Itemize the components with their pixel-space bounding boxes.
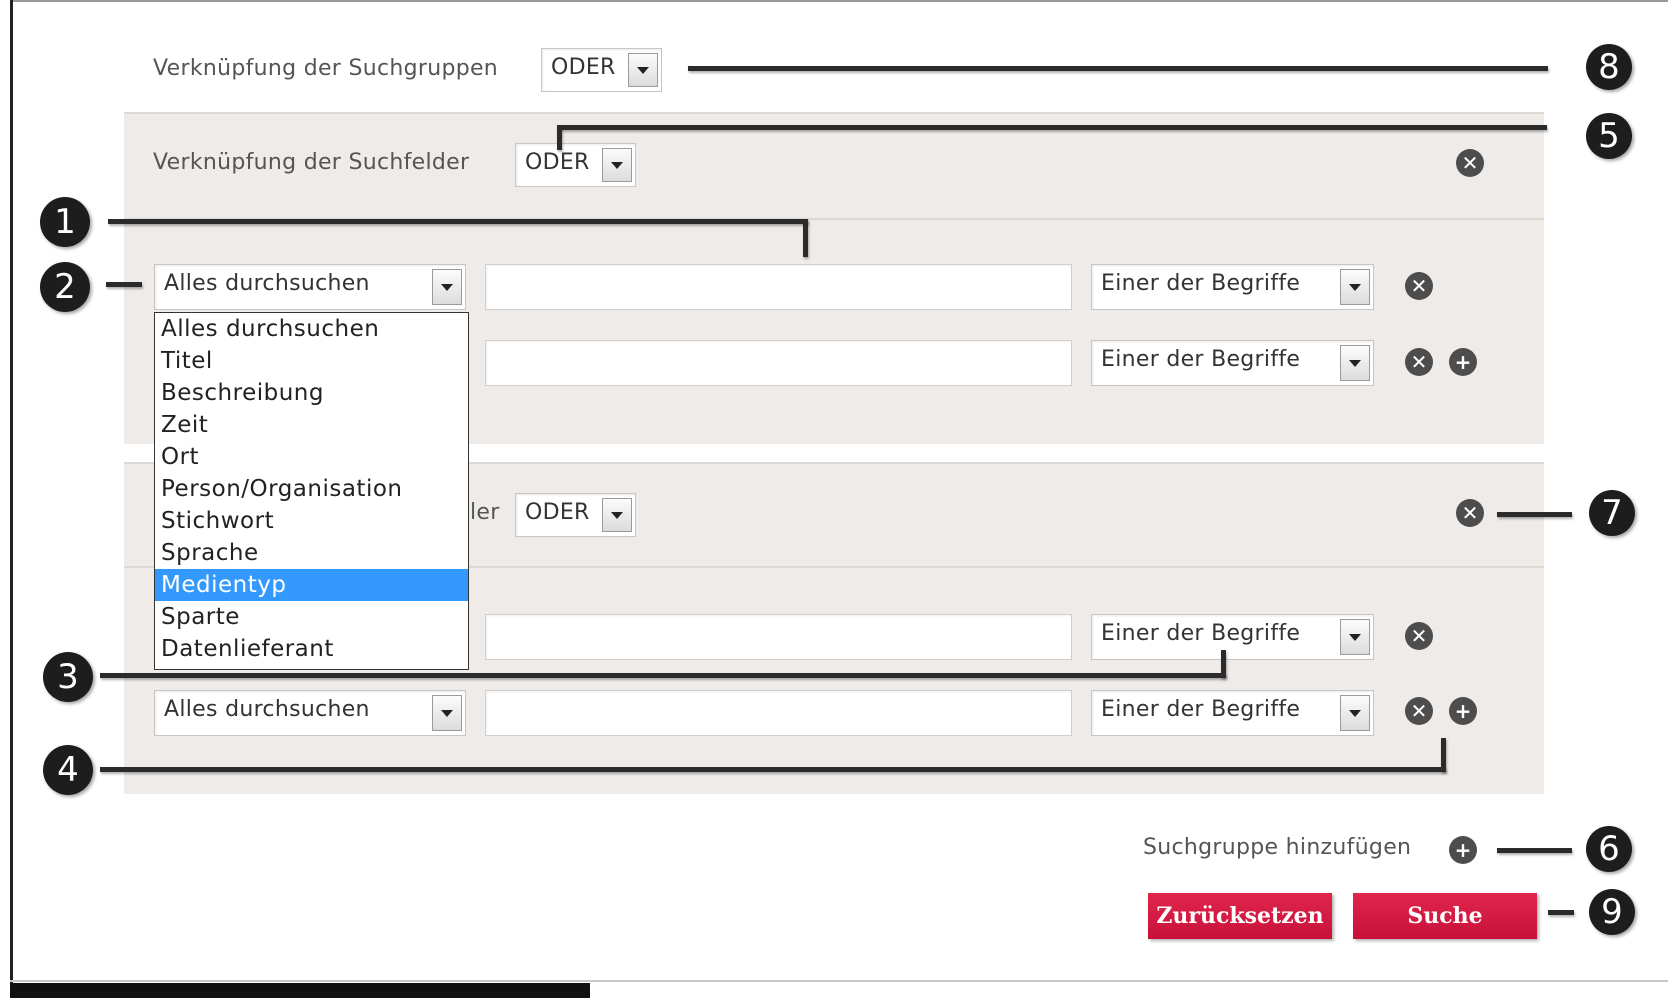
chevron-down-icon	[432, 695, 462, 731]
chevron-down-icon	[1340, 345, 1370, 381]
callout-line-4	[100, 767, 1446, 772]
badge-8: 8	[1586, 44, 1632, 90]
dropdown-option[interactable]: Sprache	[155, 537, 468, 569]
group-1-fields-link-select[interactable]: ODER	[515, 143, 636, 187]
frame-bottom-border	[10, 980, 1668, 982]
chevron-down-icon	[628, 53, 658, 87]
group-1-fields-link-value: ODER	[525, 150, 590, 175]
chevron-down-icon	[1340, 269, 1370, 305]
callout-line-5-drop	[557, 125, 562, 150]
frame-left-border	[10, 0, 13, 990]
horizontal-scrollbar-thumb[interactable]	[10, 983, 590, 998]
callout-line-2	[106, 282, 142, 287]
row-1-mode-select[interactable]: Einer der Begriffe	[1091, 264, 1374, 310]
remove-group-1-icon[interactable]: ✕	[1456, 149, 1484, 177]
callout-line-3	[100, 673, 1226, 678]
frame-top-border	[10, 0, 1668, 2]
chevron-down-icon	[602, 148, 632, 182]
callout-line-8	[688, 66, 1548, 71]
add-group-icon[interactable]: +	[1449, 836, 1477, 864]
reset-button[interactable]: Zurücksetzen	[1148, 893, 1332, 939]
badge-1: 1	[40, 197, 90, 247]
row-3-search-input[interactable]	[485, 614, 1072, 660]
callout-line-5	[557, 125, 1547, 130]
groups-link-select[interactable]: ODER	[541, 48, 662, 92]
chevron-down-icon	[1340, 619, 1370, 655]
dropdown-option[interactable]: Person/Organisation	[155, 473, 468, 505]
dropdown-option[interactable]: Titel	[155, 345, 468, 377]
group-2-fields-link-select[interactable]: ODER	[515, 493, 636, 537]
callout-line-4-rise	[1441, 738, 1446, 772]
dropdown-option[interactable]: Alles durchsuchen	[155, 313, 468, 345]
remove-group-2-icon[interactable]: ✕	[1456, 499, 1484, 527]
row-4-mode-select[interactable]: Einer der Begriffe	[1091, 690, 1374, 736]
badge-5: 5	[1586, 113, 1632, 159]
groups-link-value: ODER	[551, 55, 616, 80]
badge-9: 9	[1589, 889, 1635, 935]
row-3-mode-value: Einer der Begriffe	[1101, 621, 1301, 646]
remove-row-4-icon[interactable]: ✕	[1405, 697, 1433, 725]
callout-line-1	[108, 219, 808, 224]
add-row-group-1-icon[interactable]: +	[1449, 348, 1477, 376]
remove-row-3-icon[interactable]: ✕	[1405, 622, 1433, 650]
callout-line-1-drop	[803, 219, 808, 257]
callout-line-3-rise	[1221, 650, 1226, 678]
group-1-fields-link-label: Verknüpfung der Suchfelder	[153, 150, 470, 175]
chevron-down-icon	[1340, 695, 1370, 731]
callout-line-9	[1548, 910, 1574, 915]
row-4-field-value: Alles durchsuchen	[164, 697, 370, 722]
remove-row-2-icon[interactable]: ✕	[1405, 348, 1433, 376]
chevron-down-icon	[602, 498, 632, 532]
add-group-label[interactable]: Suchgruppe hinzufügen	[1143, 835, 1411, 860]
row-2-search-input[interactable]	[485, 340, 1072, 386]
row-4-search-input[interactable]	[485, 690, 1072, 736]
group-2-fields-link-label: ler	[470, 500, 500, 525]
row-4-mode-value: Einer der Begriffe	[1101, 697, 1301, 722]
badge-7: 7	[1589, 490, 1635, 536]
search-button[interactable]: Suche	[1353, 893, 1537, 939]
group-2-fields-link-value: ODER	[525, 500, 590, 525]
dropdown-option[interactable]: Stichwort	[155, 505, 468, 537]
row-2-mode-select[interactable]: Einer der Begriffe	[1091, 340, 1374, 386]
chevron-down-icon	[432, 269, 462, 305]
callout-line-7	[1497, 512, 1572, 517]
row-2-mode-value: Einer der Begriffe	[1101, 347, 1301, 372]
dropdown-option[interactable]: Zeit	[155, 409, 468, 441]
row-1-field-value: Alles durchsuchen	[164, 271, 370, 296]
dropdown-option[interactable]: Beschreibung	[155, 377, 468, 409]
badge-2: 2	[40, 262, 90, 312]
groups-link-label: Verknüpfung der Suchgruppen	[153, 56, 499, 81]
field-dropdown-list[interactable]: Alles durchsuchen Titel Beschreibung Zei…	[154, 312, 469, 670]
row-4-field-select[interactable]: Alles durchsuchen	[154, 690, 466, 736]
row-1-field-select[interactable]: Alles durchsuchen	[154, 264, 466, 310]
row-3-mode-select[interactable]: Einer der Begriffe	[1091, 614, 1374, 660]
dropdown-option-highlighted[interactable]: Medientyp	[155, 569, 468, 601]
dropdown-option[interactable]: Sparte	[155, 601, 468, 633]
row-1-search-input[interactable]	[485, 264, 1072, 310]
badge-3: 3	[43, 652, 93, 702]
dropdown-option[interactable]: Ort	[155, 441, 468, 473]
badge-6: 6	[1586, 826, 1632, 872]
remove-row-1-icon[interactable]: ✕	[1405, 272, 1433, 300]
dropdown-option[interactable]: Datenlieferant	[155, 633, 468, 665]
row-1-mode-value: Einer der Begriffe	[1101, 271, 1301, 296]
callout-line-6	[1497, 848, 1572, 853]
badge-4: 4	[43, 745, 93, 795]
add-row-group-2-icon[interactable]: +	[1449, 697, 1477, 725]
